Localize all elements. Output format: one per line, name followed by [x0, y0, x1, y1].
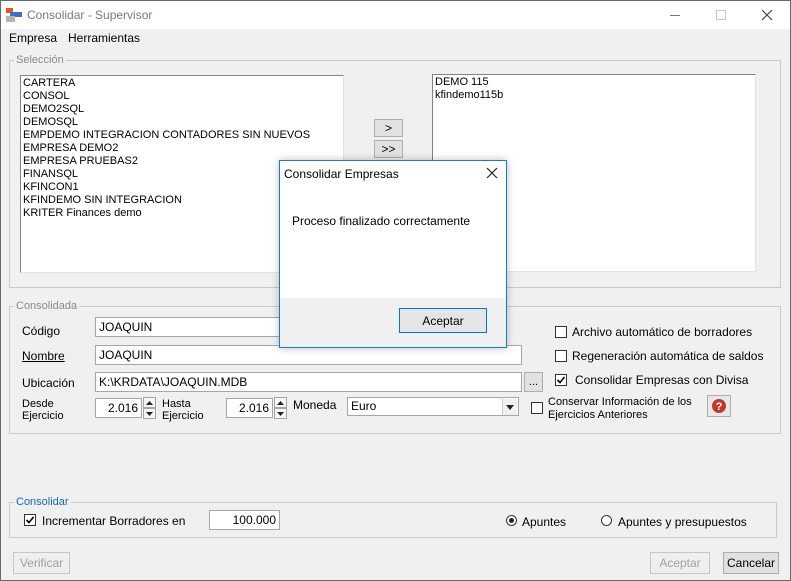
aceptar-button[interactable]: Aceptar [650, 552, 710, 574]
conservar-info-checkbox[interactable] [531, 402, 543, 414]
seleccion-legend: Selección [16, 54, 64, 66]
svg-text:?: ? [716, 401, 723, 413]
list-item[interactable]: EMPDEMO INTEGRACION CONTADORES SIN NUEVO… [23, 129, 341, 142]
moneda-label: Moneda [293, 398, 337, 412]
desde-spinner[interactable] [143, 397, 156, 419]
consolidar-legend: Consolidar [16, 496, 69, 508]
dialog-message: Proceso finalizado correctamente [292, 214, 471, 228]
nombre-field[interactable]: JOAQUIN [95, 345, 522, 365]
consolidar-divisa-label: Consolidar Empresas con Divisa [575, 373, 749, 387]
dialog-title: Consolidar Empresas [284, 167, 399, 181]
help-icon: ? [712, 399, 726, 413]
incrementar-borradores-label: Incrementar Borradores en [42, 514, 186, 528]
list-item[interactable]: kfindemo115b [435, 89, 753, 102]
conservar-info-label-1: Conservar Información de los [548, 396, 692, 408]
apuntes-radio[interactable] [506, 515, 517, 526]
close-icon [761, 9, 773, 21]
list-item[interactable]: DEMOSQL [23, 116, 341, 129]
minimize-button[interactable] [652, 1, 698, 29]
chevron-down-icon[interactable] [502, 399, 517, 415]
verificar-button[interactable]: Verificar [13, 552, 70, 574]
window-title: Consolidar - Supervisor [27, 8, 153, 22]
apuntes-presupuestos-label: Apuntes y presupuestos [618, 515, 747, 529]
menu-bar: Empresa Herramientas [1, 29, 790, 47]
desde-field[interactable]: 2.016 [95, 398, 142, 418]
hasta-label-2: Ejercicio [162, 410, 204, 422]
close-icon [486, 167, 498, 179]
spin-down-icon[interactable] [143, 408, 156, 419]
desde-label-2: Ejercicio [22, 410, 64, 422]
ubicacion-field[interactable]: K:\KRDATA\JOAQUIN.MDB [95, 372, 522, 392]
hasta-label-1: Hasta [162, 398, 191, 410]
title-bar: Consolidar - Supervisor [1, 1, 790, 29]
close-button[interactable] [744, 1, 790, 29]
apuntes-presupuestos-radio[interactable] [601, 515, 612, 526]
list-item[interactable]: CONSOL [23, 90, 341, 103]
app-icon [6, 8, 22, 22]
cancelar-button[interactable]: Cancelar [723, 552, 779, 574]
moneda-select[interactable]: Euro [347, 397, 519, 416]
dialog-footer: Aceptar [280, 298, 506, 347]
radio-selected-dot [509, 518, 514, 523]
hasta-field[interactable]: 2.016 [226, 398, 273, 418]
dialog-ok-button[interactable]: Aceptar [399, 308, 487, 333]
message-dialog: Consolidar Empresas Proceso finalizado c… [279, 160, 507, 348]
incrementar-borradores-checkbox[interactable] [24, 514, 36, 526]
list-item[interactable]: DEMO 115 [435, 76, 753, 89]
help-button[interactable]: ? [707, 395, 731, 417]
codigo-label: Código [22, 324, 61, 338]
codigo-field[interactable]: JOAQUIN [95, 317, 295, 337]
checkmark-icon [556, 376, 566, 384]
hasta-spinner[interactable] [274, 397, 287, 419]
regeneracion-saldos-label: Regeneración automática de saldos [572, 349, 764, 363]
add-all-button[interactable]: >> [374, 140, 403, 158]
spin-up-icon[interactable] [274, 397, 287, 408]
apuntes-label: Apuntes [522, 515, 567, 529]
list-item[interactable]: CARTERA [23, 77, 341, 90]
archivo-borradores-label: Archivo automático de borradores [572, 325, 753, 339]
list-item[interactable]: EMPRESA DEMO2 [23, 142, 341, 155]
conservar-info-label-2: Ejercicios Anteriores [548, 409, 648, 421]
dialog-close-button[interactable] [486, 167, 498, 182]
moneda-value: Euro [351, 399, 377, 413]
ubicacion-label: Ubicación [22, 376, 75, 390]
maximize-button[interactable] [698, 1, 744, 29]
archivo-borradores-checkbox[interactable] [555, 326, 567, 338]
spin-down-icon[interactable] [274, 408, 287, 419]
desde-label-1: Desde [22, 398, 54, 410]
consolidada-legend: Consolidada [16, 300, 78, 312]
checkmark-icon [25, 516, 35, 524]
spin-up-icon[interactable] [143, 397, 156, 408]
browse-button[interactable]: ... [524, 372, 543, 392]
incrementar-field[interactable]: 100.000 [209, 510, 280, 530]
list-item[interactable]: DEMO2SQL [23, 103, 341, 116]
main-window: Consolidar - Supervisor Empresa Herramie… [0, 0, 791, 581]
menu-herramientas[interactable]: Herramientas [68, 31, 140, 45]
nombre-label: Nombre [22, 349, 65, 363]
consolidar-divisa-checkbox[interactable] [555, 374, 567, 386]
menu-empresa[interactable]: Empresa [9, 31, 57, 45]
add-one-button[interactable]: > [374, 119, 403, 137]
regeneracion-saldos-checkbox[interactable] [555, 350, 567, 362]
